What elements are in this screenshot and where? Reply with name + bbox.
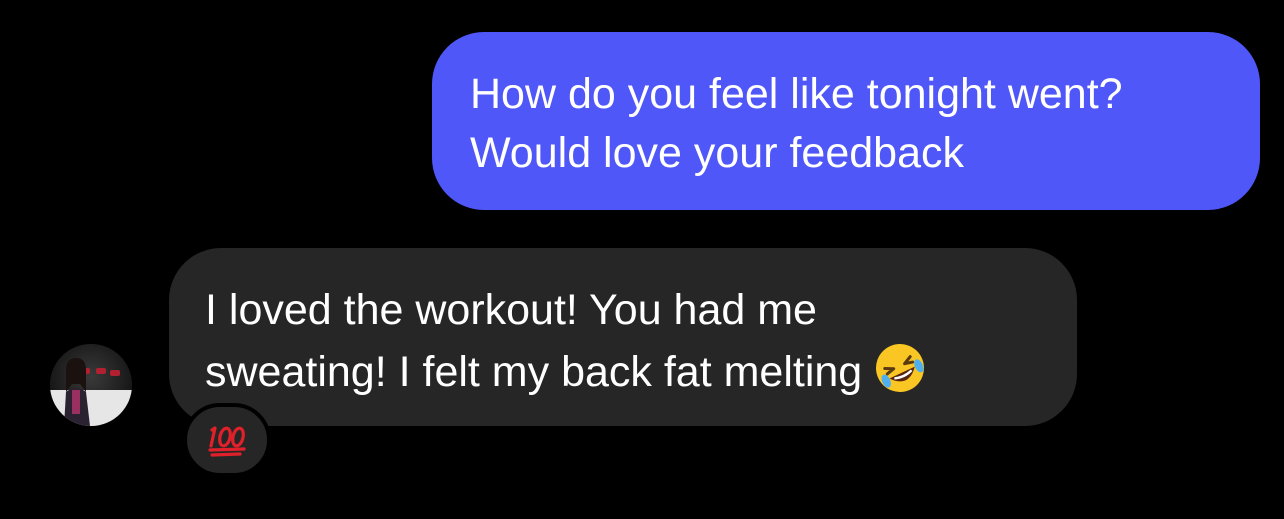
rolling-on-floor-laughing-icon [876, 344, 925, 392]
reaction-badge[interactable] [183, 403, 271, 477]
hundred-points-icon [208, 426, 246, 457]
sender-avatar[interactable] [50, 344, 132, 426]
outgoing-message-line-2: Would love your feedback [470, 129, 964, 177]
incoming-message-line-2: sweating! I felt my back fat melting [205, 340, 1047, 402]
incoming-message-line-2-text: sweating! I felt my back fat melting [205, 348, 863, 396]
avatar-photo [50, 344, 132, 426]
incoming-message-line-1: I loved the workout! You had me [205, 286, 817, 334]
outgoing-message-bubble[interactable]: How do you feel like tonight went? Would… [432, 32, 1260, 210]
incoming-message-bubble[interactable]: I loved the workout! You had me sweating… [169, 248, 1077, 426]
outgoing-message-line-1: How do you feel like tonight went? [470, 70, 1123, 118]
chat-thread: How do you feel like tonight went? Would… [0, 0, 1284, 519]
